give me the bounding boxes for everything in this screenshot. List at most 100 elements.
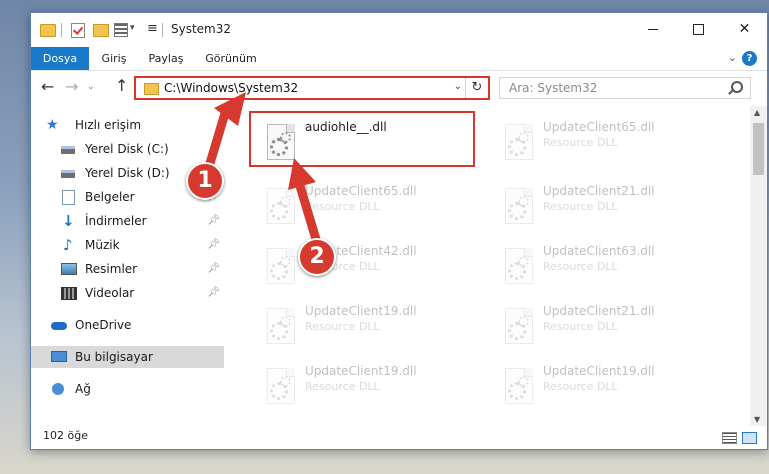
- tab-share[interactable]: Paylaş: [139, 47, 193, 70]
- navigation-pane: ★ Hızlı erişim Yerel Disk (C:) 📌︎ Yerel …: [31, 106, 226, 426]
- pin-icon[interactable]: 📌︎: [207, 282, 220, 304]
- file-tile[interactable]: UpdateClient21.dll Resource DLL: [487, 300, 717, 356]
- properties-check-icon[interactable]: [71, 23, 85, 38]
- scroll-down-icon[interactable]: ▼: [754, 415, 760, 424]
- refresh-icon[interactable]: ↻: [465, 78, 488, 98]
- dll-file-icon: [501, 368, 533, 408]
- maximize-icon: [693, 23, 704, 35]
- sidebar-item-network[interactable]: Ağ: [31, 378, 224, 400]
- cloud-icon: [51, 322, 67, 330]
- address-path[interactable]: C:\Windows\System32: [164, 81, 298, 95]
- file-tile[interactable]: UpdateClient65.dll Resource DLL: [487, 116, 717, 172]
- scrollbar-thumb[interactable]: [753, 123, 764, 175]
- minimize-icon: [647, 28, 658, 30]
- file-tile[interactable]: UpdateClient21.dll Resource DLL: [487, 180, 717, 236]
- maximize-button[interactable]: [676, 13, 721, 45]
- pin-icon[interactable]: 📌︎: [207, 234, 220, 256]
- file-tile[interactable]: UpdateClient42.dll Resource DLL: [249, 240, 479, 296]
- recent-locations-chevron-icon[interactable]: ⌄: [87, 82, 95, 92]
- vertical-scrollbar[interactable]: ▲ ▼: [750, 106, 767, 426]
- up-arrow-icon[interactable]: ↑: [115, 76, 128, 95]
- explorer-window: ▾ ≡ System32 ✕ Dosya Giriş Paylaş Görünü…: [30, 12, 768, 450]
- chevron-down-icon[interactable]: ▾: [130, 23, 135, 39]
- file-type: Resource DLL: [543, 320, 618, 333]
- close-button[interactable]: ✕: [722, 13, 767, 45]
- step-2-marker: 2: [298, 238, 336, 276]
- file-name: UpdateClient21.dll: [543, 304, 655, 318]
- tiles-view-icon[interactable]: [742, 432, 757, 444]
- file-type: Resource DLL: [543, 380, 618, 393]
- sidebar-item-downloads[interactable]: ↓ İndirmeler 📌︎: [31, 210, 224, 232]
- documents-icon: [62, 190, 75, 205]
- pin-icon[interactable]: 📌︎: [207, 138, 220, 160]
- downloads-icon: ↓: [62, 212, 75, 230]
- file-type: Resource DLL: [543, 200, 618, 213]
- new-folder-icon[interactable]: [93, 24, 109, 37]
- file-tile[interactable]: UpdateClient19.dll Resource DLL: [249, 300, 479, 356]
- network-icon: [52, 383, 64, 395]
- toolbar-divider: [61, 23, 62, 37]
- pin-icon[interactable]: 📌︎: [207, 258, 220, 280]
- sidebar-item-this-pc[interactable]: Bu bilgisayar: [31, 346, 224, 368]
- star-icon: ★: [46, 117, 59, 133]
- sidebar-item-quick-access[interactable]: ★ Hızlı erişim: [31, 114, 224, 136]
- file-type: Resource DLL: [543, 136, 618, 149]
- file-tile[interactable]: UpdateClient19.dll Resource DLL: [487, 360, 717, 416]
- tab-file[interactable]: Dosya: [31, 47, 89, 70]
- file-tile[interactable]: UpdateClient19.dll Resource DLL: [249, 360, 479, 416]
- help-icon[interactable]: ?: [742, 51, 757, 66]
- customize-toolbar-icon[interactable]: [114, 23, 128, 37]
- sidebar-item-local-disk-c[interactable]: Yerel Disk (C:) 📌︎: [31, 138, 224, 160]
- sidebar-item-label: Bu bilgisayar: [75, 350, 153, 364]
- sidebar-item-videos[interactable]: Videolar 📌︎: [31, 282, 224, 304]
- sidebar-item-pictures[interactable]: Resimler 📌︎: [31, 258, 224, 280]
- pin-icon[interactable]: 📌︎: [207, 210, 220, 232]
- file-tile[interactable]: UpdateClient63.dll Resource DLL: [487, 240, 717, 296]
- sidebar-item-label: İndirmeler: [85, 214, 147, 228]
- folder-icon: [144, 83, 159, 95]
- address-bar[interactable]: C:\Windows\System32 ⌄ ↻: [134, 76, 490, 100]
- dll-file-icon: [263, 308, 295, 348]
- minimize-button[interactable]: [630, 13, 675, 45]
- sidebar-item-label: Yerel Disk (D:): [85, 166, 170, 180]
- navigation-bar: ← → ⌄ ↑ C:\Windows\System32 ⌄ ↻: [31, 71, 767, 105]
- back-arrow-icon[interactable]: ←: [41, 77, 54, 96]
- title-bar: ▾ ≡ System32 ✕: [31, 13, 767, 47]
- file-name: UpdateClient19.dll: [543, 364, 655, 378]
- dll-file-icon: [501, 308, 533, 348]
- window-title: System32: [171, 22, 232, 36]
- search-input[interactable]: [500, 78, 729, 98]
- address-history-chevron-icon[interactable]: ⌄: [454, 81, 462, 92]
- quick-access-menu-icon[interactable]: ≡: [147, 21, 158, 37]
- tab-home[interactable]: Giriş: [89, 47, 139, 70]
- file-tile[interactable]: UpdateClient65.dll Resource DLL: [249, 180, 479, 236]
- file-name: UpdateClient65.dll: [305, 184, 417, 198]
- sidebar-item-music[interactable]: ♪ Müzik 📌︎: [31, 234, 224, 256]
- file-type: Resource DLL: [543, 260, 618, 273]
- file-name: UpdateClient63.dll: [543, 244, 655, 258]
- file-name: UpdateClient19.dll: [305, 364, 417, 378]
- folder-icon[interactable]: [40, 24, 56, 37]
- file-name: UpdateClient65.dll: [543, 120, 655, 134]
- toolbar-divider: [162, 23, 163, 37]
- file-name: UpdateClient21.dll: [543, 184, 655, 198]
- file-type: Resource DLL: [305, 380, 380, 393]
- file-type: Resource DLL: [305, 200, 380, 213]
- sidebar-item-onedrive[interactable]: OneDrive: [31, 314, 224, 336]
- file-type: Resource DLL: [305, 320, 380, 333]
- drive-icon: [61, 170, 75, 178]
- tab-view[interactable]: Görünüm: [197, 47, 265, 70]
- pictures-icon: [61, 263, 77, 275]
- dll-file-icon: [263, 368, 295, 408]
- search-icon[interactable]: [731, 81, 743, 93]
- file-name: UpdateClient19.dll: [305, 304, 417, 318]
- dll-file-icon: [501, 248, 533, 288]
- details-view-icon[interactable]: [722, 432, 737, 444]
- drive-icon: [61, 146, 75, 154]
- search-box[interactable]: [499, 77, 751, 99]
- expand-ribbon-icon[interactable]: ⌄: [728, 51, 737, 64]
- forward-arrow-icon[interactable]: →: [65, 77, 78, 96]
- item-count: 102 öğe: [43, 429, 88, 442]
- close-icon: ✕: [738, 21, 751, 37]
- scroll-up-icon[interactable]: ▲: [754, 108, 760, 117]
